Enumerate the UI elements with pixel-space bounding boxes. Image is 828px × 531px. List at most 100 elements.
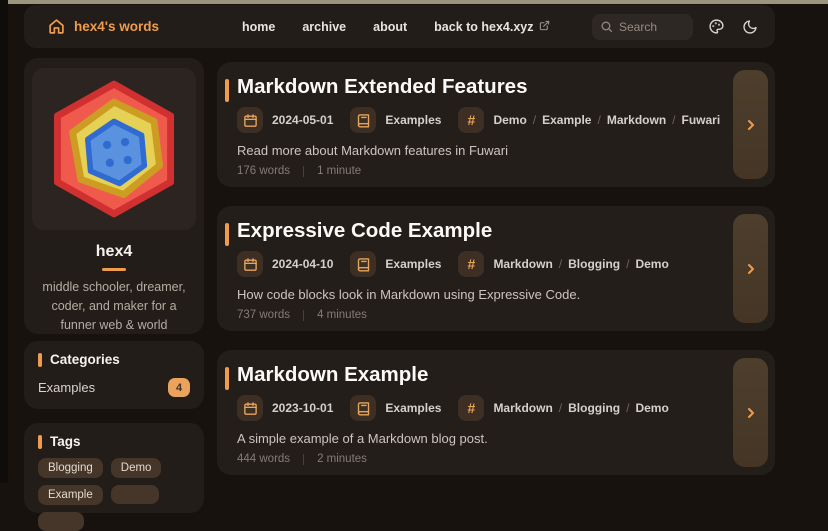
book-icon [350, 395, 376, 421]
post-meta: 2023-10-01 Examples # Markdown / Blogging /… [237, 395, 669, 421]
nav-link-archive[interactable]: archive [302, 20, 346, 34]
window-left-edge [0, 0, 8, 483]
profile-card: hex4 middle schooler, dreamer, coder, an… [24, 58, 204, 334]
nav-link-back-to-hex4[interactable]: back to hex4.xyz [434, 20, 549, 34]
book-icon [350, 107, 376, 133]
tag-pill[interactable]: Demo [111, 458, 162, 478]
avatar[interactable] [32, 68, 196, 230]
post-description: A simple example of a Markdown blog post… [237, 431, 488, 446]
calendar-icon [237, 251, 263, 277]
tag-pill[interactable]: Blogging [38, 458, 103, 478]
post-tag-link[interactable]: Blogging [568, 401, 620, 415]
post-tag-link[interactable]: Demo [635, 257, 668, 271]
profile-name: hex4 [24, 243, 204, 261]
tags-heading: Tags [38, 434, 190, 449]
site-logo-link[interactable]: hex4's words [48, 5, 159, 48]
post-tag-link[interactable]: Demo [635, 401, 668, 415]
post-category-link[interactable]: Examples [385, 401, 441, 415]
tag-separator: / [559, 257, 562, 271]
hash-icon: # [458, 107, 484, 133]
accent-bar [225, 367, 229, 390]
post-list: Markdown Extended Features 2024-05-01 E [217, 62, 775, 475]
post-word-count: 176 words [237, 165, 290, 177]
post-tag-link[interactable]: Demo [493, 113, 526, 127]
chevron-right-icon [743, 117, 759, 133]
theme-palette-button[interactable] [705, 16, 727, 38]
post-tag-link[interactable]: Markdown [493, 401, 552, 415]
categories-heading: Categories [38, 352, 190, 367]
post-category-link[interactable]: Examples [385, 257, 441, 271]
nav-link-home[interactable]: home [242, 20, 275, 34]
post-title[interactable]: Markdown Extended Features [237, 75, 527, 99]
post-category-link[interactable]: Examples [385, 113, 441, 127]
tags-card: Tags Blogging Demo Example [24, 423, 204, 513]
post-card[interactable]: Markdown Extended Features 2024-05-01 E [217, 62, 775, 187]
tag-pill[interactable]: Example [38, 485, 103, 505]
post-date: 2023-10-01 [272, 401, 333, 415]
hexagon-logo [45, 80, 183, 218]
tag-pill-list: Blogging Demo Example [38, 458, 190, 531]
category-item-examples[interactable]: Examples 4 [38, 378, 190, 397]
window-top-edge [0, 0, 828, 4]
search-input[interactable] [619, 20, 689, 34]
external-link-icon [539, 20, 550, 31]
footer-divider [303, 310, 304, 321]
accent-tick [38, 435, 42, 449]
tag-pill-clipped[interactable] [111, 485, 159, 504]
post-tags: Markdown / Blogging / Demo [493, 401, 668, 415]
post-description: Read more about Markdown features in Fuw… [237, 143, 508, 158]
calendar-icon [237, 395, 263, 421]
post-read-time: 1 minute [317, 165, 361, 177]
chevron-right-icon [743, 261, 759, 277]
footer-divider [303, 454, 304, 465]
accent-bar [225, 79, 229, 102]
post-title[interactable]: Markdown Example [237, 363, 428, 387]
chevron-right-icon [743, 405, 759, 421]
site-title: hex4's words [74, 19, 159, 34]
read-post-button[interactable] [733, 358, 768, 467]
post-card[interactable]: Expressive Code Example 2024-04-10 Exam [217, 206, 775, 331]
calendar-icon [237, 107, 263, 133]
post-date: 2024-05-01 [272, 113, 333, 127]
post-footer: 444 words 2 minutes [237, 453, 367, 465]
post-date: 2024-04-10 [272, 257, 333, 271]
read-post-button[interactable] [733, 214, 768, 323]
hash-icon: # [458, 251, 484, 277]
post-footer: 737 words 4 minutes [237, 309, 367, 321]
navbar: hex4's words home archive about back to … [24, 5, 775, 48]
dark-mode-button[interactable] [739, 16, 761, 38]
post-tag-link[interactable]: Example [542, 113, 591, 127]
accent-tick [38, 353, 42, 367]
post-tags: Markdown / Blogging / Demo [493, 257, 668, 271]
post-card[interactable]: Markdown Example 2023-10-01 Examples [217, 350, 775, 475]
nav-links: home archive about back to hex4.xyz [242, 5, 550, 48]
post-tags: Demo/Example/Markdown/Fuwari [493, 113, 720, 127]
tag-separator: / [626, 257, 629, 271]
profile-bio: middle schooler, dreamer, coder, and mak… [24, 278, 204, 335]
navbar-actions [592, 5, 761, 48]
post-tag-link[interactable]: Markdown [493, 257, 552, 271]
tag-separator: / [533, 113, 536, 127]
profile-underline [102, 268, 126, 271]
post-tag-link[interactable]: Markdown [607, 113, 666, 127]
tag-separator: / [559, 401, 562, 415]
category-count-badge: 4 [168, 378, 190, 397]
footer-divider [303, 166, 304, 177]
post-tag-link[interactable]: Fuwari [682, 113, 721, 127]
post-tag-link[interactable]: Blogging [568, 257, 620, 271]
search-box[interactable] [592, 14, 693, 40]
moon-icon [742, 19, 758, 35]
post-title[interactable]: Expressive Code Example [237, 219, 492, 243]
nav-link-about[interactable]: about [373, 20, 407, 34]
post-description: How code blocks look in Markdown using E… [237, 287, 580, 302]
tag-pill-clipped[interactable] [38, 512, 84, 531]
tag-separator: / [626, 401, 629, 415]
post-word-count: 444 words [237, 453, 290, 465]
hash-icon: # [458, 395, 484, 421]
accent-bar [225, 223, 229, 246]
post-meta: 2024-05-01 Examples # Demo/Example/Markd… [237, 107, 720, 133]
post-footer: 176 words 1 minute [237, 165, 361, 177]
post-read-time: 4 minutes [317, 309, 367, 321]
search-icon [600, 20, 613, 33]
read-post-button[interactable] [733, 70, 768, 179]
